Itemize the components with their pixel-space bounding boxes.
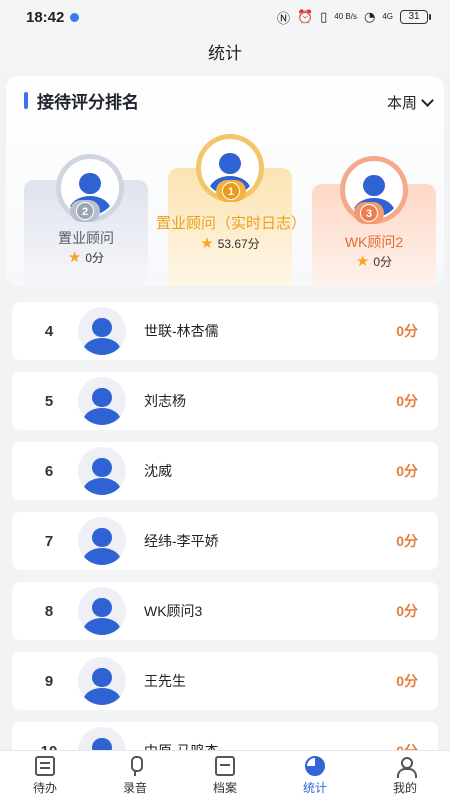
nav-statistics[interactable]: 统计 xyxy=(270,751,360,800)
avatar xyxy=(78,377,126,425)
score-value: 0分 xyxy=(396,463,418,479)
list-item[interactable]: 8 WK顾问3 0分 xyxy=(12,582,438,640)
chevron-down-icon xyxy=(421,93,434,107)
rank-number: 6 xyxy=(44,462,54,480)
wifi-icon: ◔ xyxy=(363,9,376,25)
score-value: 0分 xyxy=(396,603,418,619)
rank-number: 5 xyxy=(44,392,54,410)
list-item[interactable]: 9 王先生 0分 xyxy=(12,652,438,710)
score-value: 53.67分 xyxy=(217,236,260,251)
nav-label: 我的 xyxy=(392,780,417,795)
medal-second-icon: 2 xyxy=(70,200,100,222)
status-icons: Ⓝ ⏰ ▯ 40 B/s ◔ 4G 31 xyxy=(276,8,431,27)
alarm-icon: ⏰ xyxy=(296,9,314,25)
nav-recording[interactable]: 录音 xyxy=(90,751,180,800)
bottom-nav: 待办 录音 档案 统计 我的 xyxy=(0,750,450,800)
list-item[interactable]: 7 经纬-李平娇 0分 xyxy=(12,512,438,570)
score-value: 0分 xyxy=(85,250,105,265)
battery-icon: 31 xyxy=(400,10,431,24)
star-icon: ★ xyxy=(355,252,370,270)
page-title: 统计 xyxy=(0,34,450,74)
list-item[interactable]: 5 刘志杨 0分 xyxy=(12,372,438,430)
score-value: 0分 xyxy=(396,673,418,689)
score-value: 0分 xyxy=(396,323,418,339)
score-value: 0分 xyxy=(373,254,393,269)
user-icon xyxy=(395,756,417,778)
nav-todo[interactable]: 待办 xyxy=(0,751,90,800)
list-item[interactable]: 6 沈威 0分 xyxy=(12,442,438,500)
rank-number: 8 xyxy=(44,602,54,620)
nav-label: 录音 xyxy=(122,780,147,795)
podium-first-score: ★ 53.67分 xyxy=(168,234,292,252)
period-selector[interactable]: 本周 xyxy=(386,92,434,113)
avatar xyxy=(78,657,126,705)
medal-first-icon: 1 xyxy=(216,180,246,202)
nav-mine[interactable]: 我的 xyxy=(360,751,450,800)
consultant-name: 王先生 xyxy=(144,673,186,689)
star-icon: ★ xyxy=(200,234,214,252)
section-title: 接待评分排名 xyxy=(24,88,139,113)
nfc-icon: Ⓝ xyxy=(276,11,290,27)
podium-third-score: ★ 0分 xyxy=(312,252,436,270)
avatar xyxy=(78,517,126,565)
rank-number: 4 xyxy=(44,322,54,340)
score-value: 0分 xyxy=(396,533,418,549)
star-icon: ★ xyxy=(67,248,82,266)
avatar xyxy=(78,587,126,635)
consultant-name: 经纬-李平娇 xyxy=(144,533,219,549)
network-speed: 40 B/s xyxy=(334,12,357,21)
todo-icon xyxy=(35,755,55,776)
nav-label: 待办 xyxy=(32,780,57,795)
vibrate-icon: ▯ xyxy=(320,9,328,25)
app-notification-icon xyxy=(70,12,80,22)
rank-number: 7 xyxy=(44,532,54,550)
status-bar: 18:42 Ⓝ ⏰ ▯ 40 B/s ◔ 4G 31 xyxy=(0,0,450,34)
rank-number: 9 xyxy=(44,672,54,690)
score-value: 0分 xyxy=(396,393,418,409)
podium-third-name: WK顾问2 xyxy=(344,234,404,250)
archive-icon xyxy=(215,755,235,776)
avatar xyxy=(78,447,126,495)
consultant-name: 刘志杨 xyxy=(144,393,186,409)
nav-label: 统计 xyxy=(302,780,327,795)
status-time: 18:42 xyxy=(26,8,65,26)
nav-archive[interactable]: 档案 xyxy=(180,751,270,800)
podium-second-score: ★ 0分 xyxy=(24,248,148,266)
list-item[interactable]: 4 世联-林杏儒 0分 xyxy=(12,302,438,360)
period-label: 本周 xyxy=(386,95,417,112)
consultant-name: 世联-林杏儒 xyxy=(144,323,219,339)
section-accent-bar xyxy=(24,92,28,109)
medal-third-icon: 3 xyxy=(354,202,384,224)
podium-first-name: 置业顾问（实时日志） xyxy=(155,215,306,232)
nav-label: 档案 xyxy=(212,780,237,795)
consultant-name: 沈威 xyxy=(144,463,172,479)
microphone-icon xyxy=(125,755,145,776)
pie-chart-icon xyxy=(305,755,325,776)
consultant-name: WK顾问3 xyxy=(144,603,203,619)
network-type: 4G xyxy=(382,12,393,21)
section-title-text: 接待评分排名 xyxy=(37,93,139,112)
ranking-card: 接待评分排名 本周 2 1 3 置业顾问 置业顾问（实时日志） WK顾问2 ★ … xyxy=(6,76,444,286)
avatar xyxy=(78,307,126,355)
